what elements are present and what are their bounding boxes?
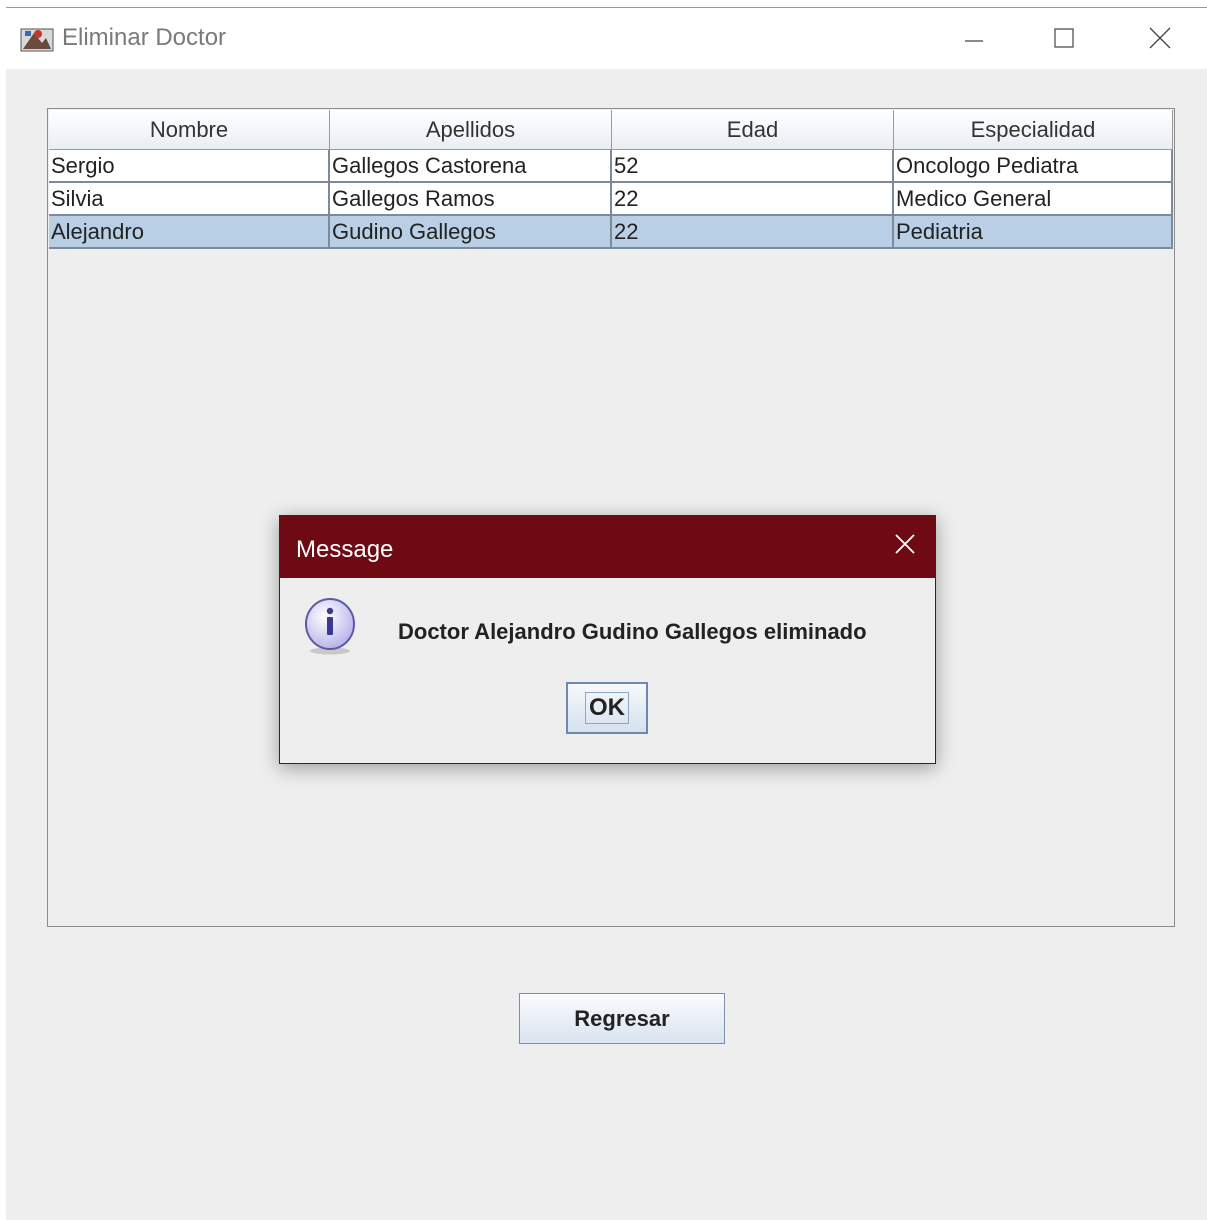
dialog-titlebar[interactable]: Message	[280, 516, 935, 578]
window-titlebar[interactable]: Eliminar Doctor	[6, 8, 1207, 69]
table-row[interactable]: Sergio Gallegos Castorena 52 Oncologo Pe…	[49, 150, 1173, 183]
dialog-title: Message	[296, 536, 394, 563]
ok-button[interactable]: OK	[566, 682, 648, 734]
cell-edad[interactable]: 22	[612, 183, 894, 216]
ok-button-label: OK	[585, 692, 629, 724]
cell-edad[interactable]: 22	[612, 216, 894, 249]
minimize-icon	[963, 27, 985, 54]
cell-apellidos[interactable]: Gallegos Ramos	[330, 183, 612, 216]
close-icon	[1148, 26, 1172, 55]
cell-nombre[interactable]: Silvia	[49, 183, 330, 216]
cell-nombre[interactable]: Sergio	[49, 150, 330, 183]
cell-apellidos[interactable]: Gallegos Castorena	[330, 150, 612, 183]
regresar-button[interactable]: Regresar	[519, 993, 725, 1044]
dialog-close-button[interactable]	[883, 524, 927, 568]
column-header-nombre[interactable]: Nombre	[49, 110, 330, 150]
message-dialog: Message Doctor Alejandro Gudino Gallegos…	[279, 515, 936, 764]
cell-especialidad[interactable]: Oncologo Pediatra	[894, 150, 1173, 183]
cell-especialidad[interactable]: Medico General	[894, 183, 1173, 216]
table-row[interactable]: Silvia Gallegos Ramos 22 Medico General	[49, 183, 1173, 216]
cell-especialidad[interactable]: Pediatria	[894, 216, 1173, 249]
close-icon	[893, 532, 917, 561]
cell-edad[interactable]: 52	[612, 150, 894, 183]
table-body: Sergio Gallegos Castorena 52 Oncologo Pe…	[49, 150, 1173, 249]
minimize-button[interactable]	[950, 16, 998, 64]
cell-nombre[interactable]: Alejandro	[49, 216, 330, 249]
column-header-edad[interactable]: Edad	[612, 110, 894, 150]
window-title: Eliminar Doctor	[62, 24, 227, 51]
info-icon	[302, 596, 358, 656]
maximize-icon	[1053, 27, 1075, 54]
app-icon	[20, 25, 54, 53]
column-header-apellidos[interactable]: Apellidos	[330, 110, 612, 150]
column-header-especialidad[interactable]: Especialidad	[894, 110, 1173, 150]
maximize-button[interactable]	[1040, 16, 1088, 64]
table-header: Nombre Apellidos Edad Especialidad	[49, 110, 1173, 150]
dialog-message: Doctor Alejandro Gudino Gallegos elimina…	[398, 619, 867, 644]
cell-apellidos[interactable]: Gudino Gallegos	[330, 216, 612, 249]
table-row-selected[interactable]: Alejandro Gudino Gallegos 22 Pediatria	[49, 216, 1173, 249]
close-button[interactable]	[1136, 16, 1184, 64]
